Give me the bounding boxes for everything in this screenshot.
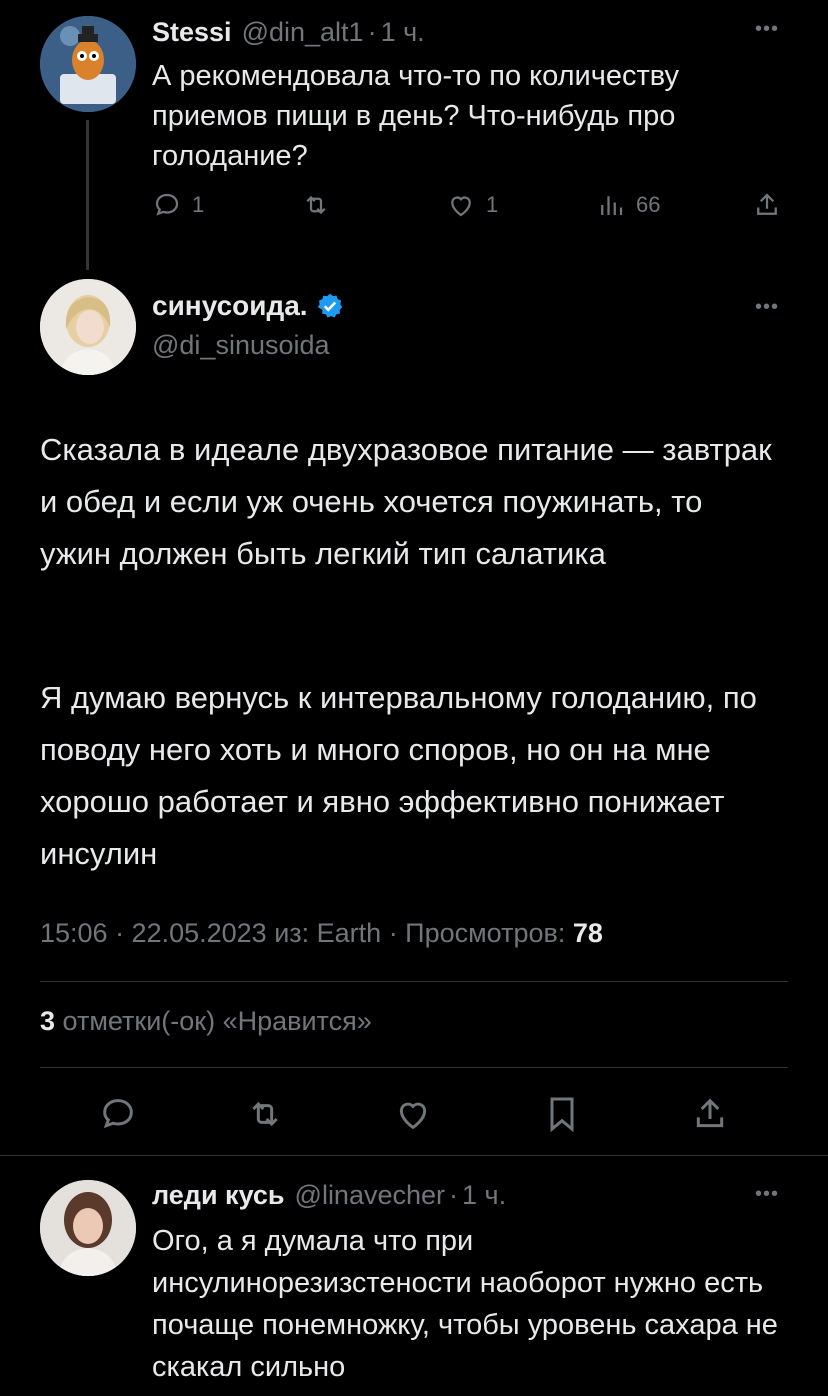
timestamp[interactable]: 1 ч. xyxy=(381,17,425,48)
tweet-timestamp[interactable]: 15:06 · 22.05.2023 из: Earth · Просмотро… xyxy=(40,918,565,948)
timestamp[interactable]: 1 ч. xyxy=(462,1180,506,1211)
main-tweet-meta: 15:06 · 22.05.2023 из: Earth · Просмотро… xyxy=(40,918,603,949)
like-count: 1 xyxy=(486,192,499,217)
reply-button[interactable]: 1 xyxy=(152,190,204,220)
retweet-icon[interactable] xyxy=(243,1094,287,1134)
heart-icon[interactable] xyxy=(393,1094,433,1134)
reply-parent-actions: 1 1 66 xyxy=(152,190,792,230)
retweet-button[interactable] xyxy=(300,190,342,220)
thread-line xyxy=(86,120,89,270)
divider xyxy=(40,1067,788,1068)
handle[interactable]: @di_sinusoida xyxy=(152,330,330,361)
like-button[interactable]: 1 xyxy=(446,190,498,220)
views-count: 66 xyxy=(636,192,661,217)
avatar-stessi[interactable] xyxy=(40,16,136,112)
share-button[interactable] xyxy=(752,190,792,220)
reply-text: Ого, а я думала что при инсулинорезизсте… xyxy=(152,1225,778,1383)
separator: · xyxy=(449,1180,459,1210)
reply-count: 1 xyxy=(192,192,205,217)
share-icon xyxy=(757,193,777,215)
main-tweet-paragraph-2: Я думаю вернусь к интервальному голодани… xyxy=(40,680,757,871)
more-icon[interactable]: ••• xyxy=(755,296,779,319)
reply-parent-text: А рекомендовала что-то по количеству при… xyxy=(152,60,680,172)
reply-icon[interactable] xyxy=(98,1094,138,1134)
display-name[interactable]: синусоида. xyxy=(152,290,308,322)
avatar-ledi-kus[interactable] xyxy=(40,1180,136,1276)
main-tweet-actions xyxy=(40,1088,788,1140)
retweet-icon xyxy=(306,195,326,215)
likes-summary[interactable]: 3 отметки(-ок) «Нравится» xyxy=(40,1006,372,1037)
divider xyxy=(40,981,788,982)
handle[interactable]: @din_alt1 xyxy=(242,17,364,48)
more-icon[interactable]: ••• xyxy=(755,18,779,41)
handle[interactable]: @linavecher xyxy=(295,1180,445,1211)
divider xyxy=(0,1155,828,1156)
display-name[interactable]: леди кусь xyxy=(152,1180,285,1211)
views-button[interactable]: 66 xyxy=(596,190,660,220)
reply-parent-header: Stessi @din_alt1 · 1 ч. xyxy=(152,17,425,48)
separator: · xyxy=(367,17,377,47)
tweet-view-count: 78 xyxy=(572,918,603,948)
bookmark-icon[interactable] xyxy=(542,1094,582,1134)
main-tweet-header: синусоида. xyxy=(152,290,344,322)
views-icon xyxy=(601,196,623,215)
reply-icon xyxy=(155,193,179,216)
heart-icon xyxy=(451,196,471,217)
avatar-sinusoida[interactable] xyxy=(40,279,136,375)
reply-header: леди кусь @linavecher · 1 ч. xyxy=(152,1180,506,1211)
verified-badge-icon[interactable] xyxy=(316,292,344,320)
more-icon[interactable]: ••• xyxy=(755,1183,779,1206)
likes-label: отметки(-ок) «Нравится» xyxy=(62,1006,372,1036)
main-tweet-paragraph-1: Сказала в идеале двухразовое питание — з… xyxy=(40,432,772,571)
likes-count: 3 xyxy=(40,1006,56,1036)
display-name[interactable]: Stessi xyxy=(152,17,232,48)
share-icon[interactable] xyxy=(690,1094,730,1134)
